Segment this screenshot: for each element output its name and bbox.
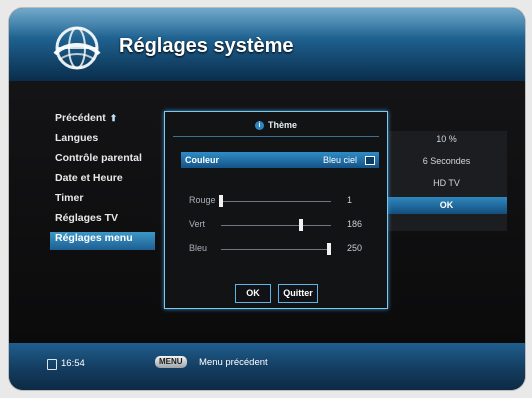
menu-item-label: Contrôle parental — [55, 152, 142, 164]
globe-logo-icon — [53, 26, 101, 70]
slider-green[interactable]: Vert 186 — [181, 218, 379, 232]
slider-label: Bleu — [189, 243, 208, 253]
slider-value: 186 — [347, 219, 363, 229]
value-item-selected[interactable]: OK — [386, 197, 507, 214]
menu-item-previous[interactable]: Précédent ⬆ — [55, 112, 165, 130]
value-item[interactable]: HD TV — [386, 178, 507, 188]
header-bar: Réglages système — [9, 8, 525, 81]
menu-item-menu-settings[interactable]: Réglages menu — [50, 232, 155, 250]
ok-button[interactable]: OK — [235, 284, 271, 303]
slider-knob[interactable] — [299, 219, 304, 231]
menu-item-label: Langues — [55, 132, 99, 144]
clock-icon — [47, 359, 57, 370]
slider-red[interactable]: Rouge 1 — [181, 194, 379, 208]
slider-track — [221, 225, 331, 226]
value-item[interactable]: 10 % — [386, 134, 507, 144]
footer-hint: Menu précédent — [199, 357, 268, 368]
menu-item-label: Timer — [55, 192, 84, 204]
menu-item-label: Réglages menu — [55, 232, 133, 244]
quit-button[interactable]: Quitter — [278, 284, 318, 303]
color-label: Couleur — [185, 155, 220, 165]
menu-item-languages[interactable]: Langues — [55, 132, 165, 150]
slider-track — [221, 201, 331, 202]
value-item[interactable]: 6 Secondes — [386, 156, 507, 166]
footer-bar: 16:54 MENU Menu précédent — [9, 343, 525, 390]
menu-item-tv-settings[interactable]: Réglages TV — [55, 212, 165, 230]
info-icon: i — [254, 121, 264, 131]
slider-knob[interactable] — [326, 243, 331, 255]
page-title: Réglages système — [119, 35, 294, 57]
color-swatch-icon — [365, 156, 375, 165]
slider-value: 1 — [347, 195, 353, 205]
menu-item-date-time[interactable]: Date et Heure — [55, 172, 165, 190]
settings-values-panel: 10 % 6 Secondes HD TV OK — [386, 131, 507, 231]
dialog-title-text: Thème — [267, 120, 297, 130]
slider-knob[interactable] — [219, 195, 224, 207]
menu-item-timer[interactable]: Timer — [55, 192, 165, 210]
theme-dialog: i Thème Couleur Bleu ciel Rouge 1 Vert 18… — [164, 111, 388, 309]
clock-time: 16:54 — [61, 358, 85, 369]
menu-item-label: Précédent — [55, 112, 106, 124]
slider-label: Rouge — [189, 195, 216, 205]
arrow-up-icon: ⬆ — [109, 113, 118, 123]
slider-blue[interactable]: Bleu 250 — [181, 242, 379, 256]
menu-item-parental-control[interactable]: Contrôle parental — [55, 152, 165, 170]
menu-item-label: Réglages TV — [55, 212, 119, 224]
slider-label: Vert — [189, 219, 206, 229]
slider-value: 250 — [347, 243, 363, 253]
color-value: Bleu ciel — [322, 155, 357, 165]
color-select[interactable]: Couleur Bleu ciel — [181, 152, 379, 168]
menu-key-icon[interactable]: MENU — [155, 356, 187, 368]
dialog-title: i Thème — [165, 120, 387, 131]
menu-item-label: Date et Heure — [55, 172, 123, 184]
dialog-divider — [173, 136, 379, 137]
tv-screen: Réglages système 10 % 6 Secondes HD TV O… — [9, 8, 525, 390]
slider-track — [221, 249, 331, 250]
